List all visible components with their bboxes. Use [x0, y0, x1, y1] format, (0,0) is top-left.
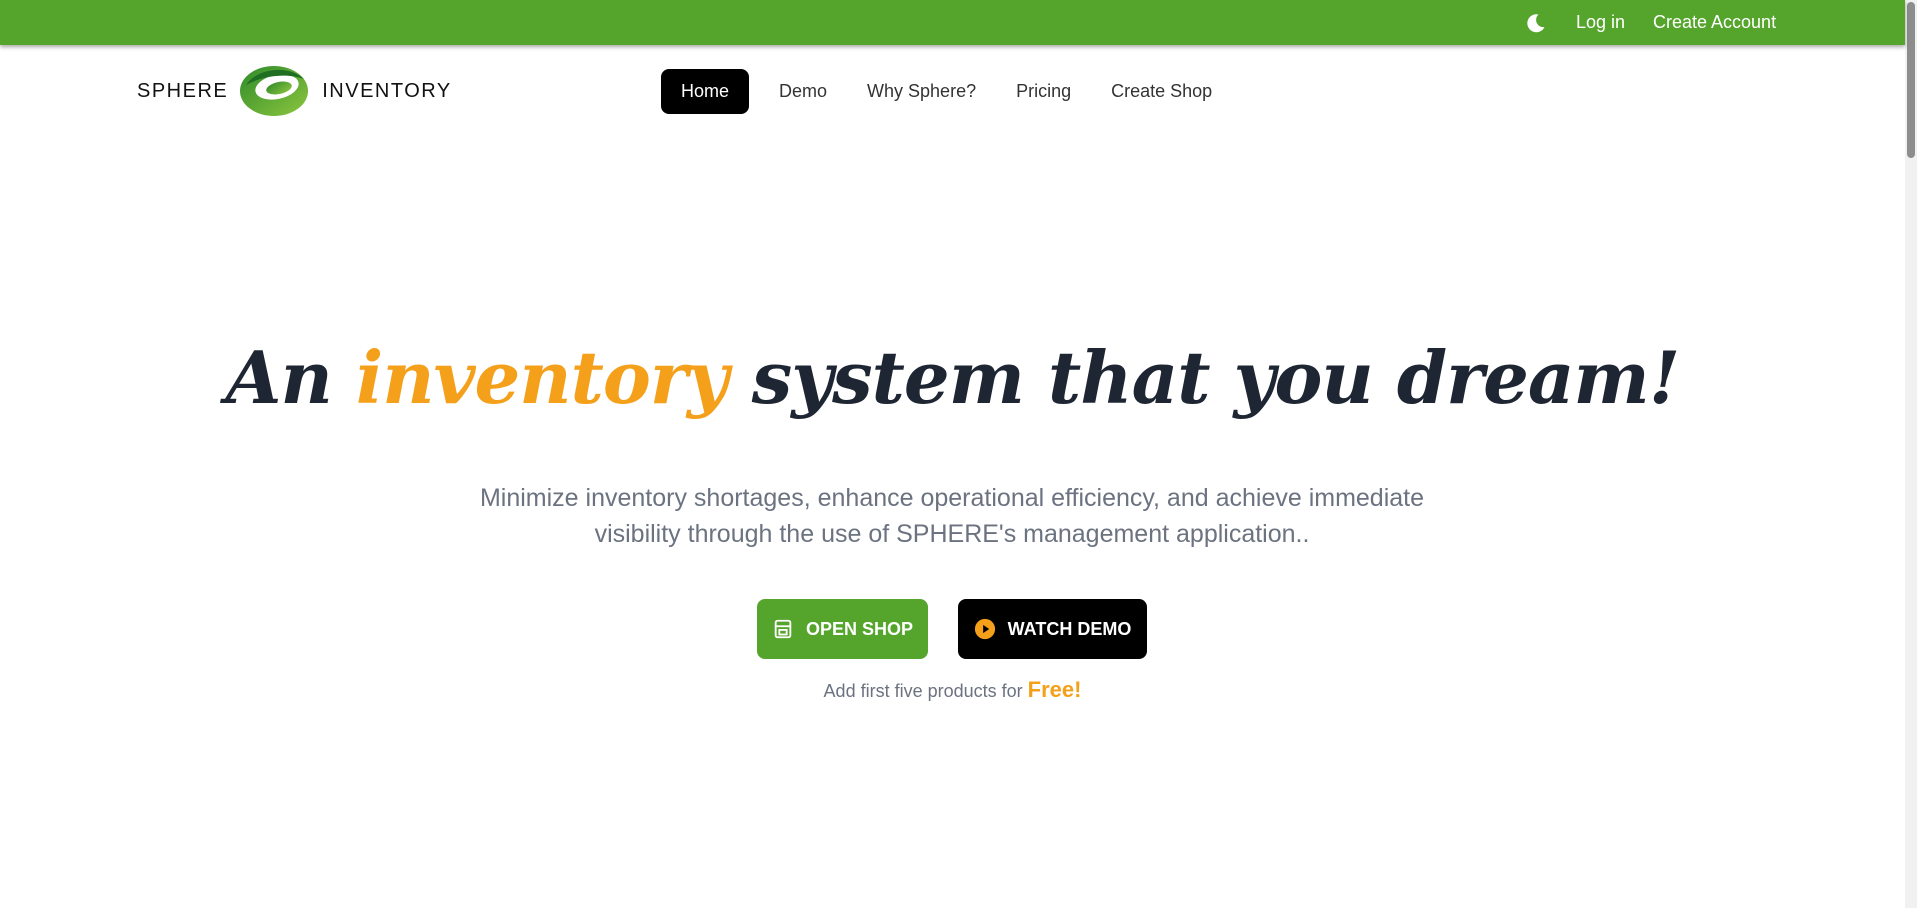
create-account-link[interactable]: Create Account — [1653, 10, 1776, 34]
watch-demo-label: WATCH DEMO — [1007, 618, 1132, 639]
nav-item-why-sphere[interactable]: Why Sphere? — [847, 69, 996, 114]
nav-item-create-shop[interactable]: Create Shop — [1091, 69, 1232, 114]
moon-icon[interactable] — [1524, 11, 1548, 35]
sphere-swirl-logo — [240, 66, 309, 116]
main-nav: Home Demo Why Sphere? Pricing Create Sho… — [661, 69, 1232, 114]
open-shop-label: OPEN SHOP — [805, 618, 914, 639]
hero-subtitle-line-2: visibility through the use of SPHERE's m… — [594, 520, 1310, 548]
play-circle-icon — [974, 618, 995, 640]
brand-logo[interactable]: SPHERE INVENTORY — [137, 62, 452, 120]
free-note: Add first five products for Free! — [0, 677, 1905, 703]
top-bar: Log in Create Account — [0, 0, 1905, 45]
page: Log in Create Account SPHERE INVENTORY H… — [0, 0, 1917, 908]
vertical-scrollbar[interactable] — [1905, 0, 1917, 908]
store-icon — [774, 619, 792, 639]
watch-demo-button[interactable]: WATCH DEMO — [958, 599, 1147, 659]
hero-subtitle-line-1: Minimize inventory shortages, enhance op… — [479, 484, 1425, 512]
nav-item-pricing[interactable]: Pricing — [996, 69, 1091, 114]
hero-title-suffix: system that you dream! — [727, 335, 1681, 420]
open-shop-button[interactable]: OPEN SHOP — [757, 599, 928, 659]
hero-title-prefix: An — [225, 335, 356, 420]
hero-subtitle: Minimize inventory shortages, enhance op… — [452, 480, 1452, 552]
free-badge: Free! — [1027, 677, 1082, 702]
hero-title-accent: inventory — [355, 335, 729, 420]
nav-item-home[interactable]: Home — [661, 69, 750, 114]
login-link[interactable]: Log in — [1576, 10, 1625, 34]
logo-word-inventory: INVENTORY — [322, 79, 452, 102]
hero-title: An inventory system that you dream! — [0, 328, 1905, 428]
nav-item-demo[interactable]: Demo — [759, 69, 847, 114]
logo-word-sphere: SPHERE — [137, 79, 229, 102]
free-note-text: Add first five products for — [823, 681, 1028, 701]
scrollbar-thumb[interactable] — [1907, 2, 1915, 158]
